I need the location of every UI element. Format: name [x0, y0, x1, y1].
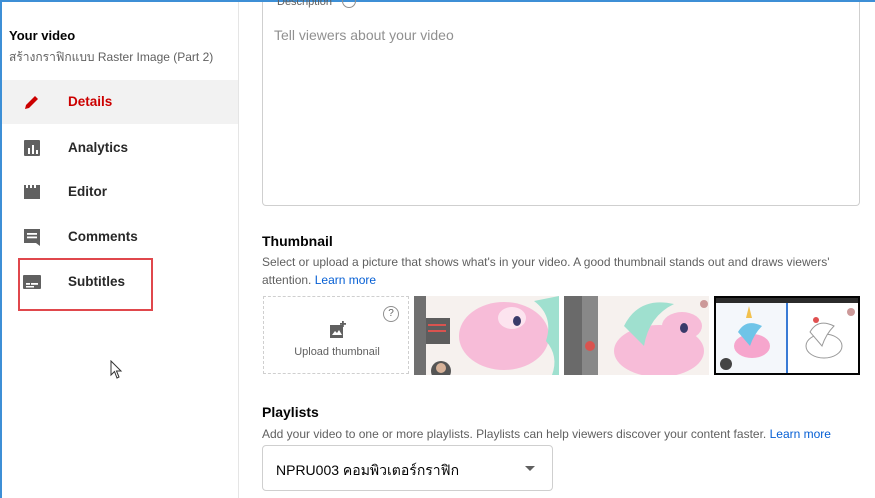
sidebar-item-comments[interactable]: Comments	[2, 215, 238, 259]
description-placeholder: Tell viewers about your video	[274, 27, 454, 43]
pencil-icon	[25, 96, 38, 109]
unicorn-thumbnail-image	[414, 296, 559, 375]
upload-thumbnail-label: Upload thumbnail	[294, 346, 380, 358]
sidebar-item-editor[interactable]: Editor	[2, 170, 238, 214]
playlists-help-text: Add your video to one or more playlists.…	[262, 427, 767, 441]
unicorn-thumbnail-image	[564, 296, 709, 375]
thumbnail-title: Thumbnail	[262, 233, 333, 249]
thumbnail-description: Select or upload a picture that shows wh…	[262, 253, 852, 289]
playlists-description: Add your video to one or more playlists.…	[262, 425, 862, 443]
comments-icon	[24, 229, 40, 246]
sidebar-item-analytics[interactable]: Analytics	[2, 126, 238, 170]
playlist-select-value: NPRU003 คอมพิวเตอร์กราฟิก	[276, 462, 460, 478]
mouse-cursor-icon	[110, 360, 123, 379]
add-photo-icon	[330, 321, 346, 338]
help-icon[interactable]	[342, 0, 356, 8]
editor-icon	[24, 185, 40, 199]
unicorn-comparison-thumbnail-image	[716, 298, 858, 373]
annotation-highlight-box	[18, 258, 153, 311]
video-section-title: Your video	[9, 28, 76, 43]
sidebar-item-label: Analytics	[68, 140, 129, 155]
dropdown-arrow-icon	[525, 466, 535, 471]
description-field[interactable]: Description Tell viewers about your vide…	[262, 0, 860, 206]
sidebar-item-label: Details	[68, 94, 113, 109]
playlists-title: Playlists	[262, 404, 319, 420]
description-label: Description	[277, 0, 333, 8]
playlist-select[interactable]: NPRU003 คอมพิวเตอร์กราฟิก	[262, 445, 553, 491]
video-title: สร้างกราฟิกแบบ Raster Image (Part 2)	[9, 50, 214, 64]
sidebar-item-label: Editor	[68, 184, 107, 199]
thumbnail-option-1[interactable]	[414, 296, 559, 375]
thumbnail-learn-more-link[interactable]: Learn more	[315, 273, 376, 287]
sidebar-item-label: Comments	[68, 229, 138, 244]
help-icon[interactable]: ?	[383, 306, 399, 322]
upload-thumbnail-button[interactable]: ? Upload thumbnail	[263, 296, 409, 374]
thumbnail-option-2[interactable]	[564, 296, 709, 375]
thumbnail-option-3-selected[interactable]	[714, 296, 860, 375]
sidebar: Your video สร้างกราฟิกแบบ Raster Image (…	[2, 2, 239, 498]
sidebar-item-details[interactable]: Details	[2, 80, 238, 124]
playlists-learn-more-link[interactable]: Learn more	[770, 427, 831, 441]
analytics-icon	[24, 140, 40, 156]
